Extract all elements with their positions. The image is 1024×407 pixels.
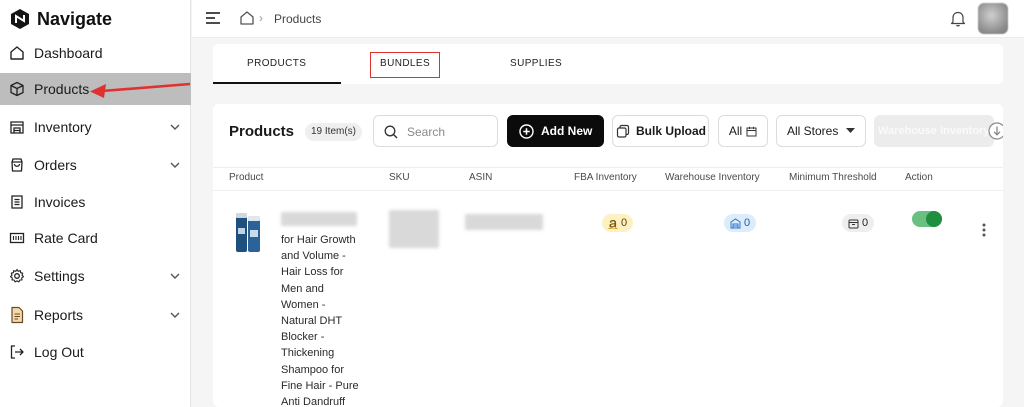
sidebar-item-label: Reports [34, 307, 84, 323]
warehouse-filter-label: Warehouse Inventory [878, 125, 990, 137]
sidebar-item-reports[interactable]: Reports [0, 299, 191, 331]
invoice-icon [9, 194, 25, 210]
sidebar-item-inventory[interactable]: Inventory [0, 111, 191, 143]
sidebar-item-orders[interactable]: Orders [0, 149, 191, 181]
product-thumbnail[interactable] [234, 212, 262, 254]
column-header-sku: SKU [389, 172, 410, 183]
sidebar-item-label: Invoices [34, 194, 86, 210]
avatar[interactable] [978, 3, 1008, 34]
bell-icon[interactable] [950, 10, 966, 27]
kebab-menu-icon[interactable] [981, 222, 987, 238]
brand[interactable]: Navigate [9, 8, 112, 30]
search-placeholder: Search [407, 125, 446, 139]
box-icon [9, 81, 25, 97]
copy-icon [616, 124, 630, 138]
product-name[interactable]: for Hair Growth and Volume - Hair Loss f… [281, 232, 367, 407]
hamburger-menu-icon[interactable] [206, 12, 220, 24]
table-divider [213, 190, 1003, 191]
report-icon [9, 306, 25, 324]
warehouse-icon [730, 217, 741, 228]
red-arrow-annotation [90, 82, 191, 98]
amazon-icon [608, 219, 618, 229]
sidebar-item-label: Products [34, 81, 90, 97]
warehouse-inventory-filter[interactable]: Warehouse Inventory [874, 115, 994, 147]
stores-filter-select[interactable]: All Stores [776, 115, 866, 147]
chevron-down-icon [170, 162, 180, 168]
sidebar-item-label: Settings [34, 268, 85, 284]
bulk-upload-label: Bulk Upload [636, 124, 707, 138]
plus-circle-icon [519, 123, 534, 139]
column-header-product: Product [229, 172, 264, 183]
redacted-sku [389, 210, 439, 248]
search-icon [384, 125, 398, 139]
sidebar: Navigate Dashboard Products Inventory Or… [0, 0, 191, 407]
sidebar-item-label: Inventory [34, 119, 92, 135]
sidebar-item-logout[interactable]: Log Out [0, 336, 191, 368]
active-tab-underline [213, 82, 341, 84]
sidebar-item-label: Log Out [34, 344, 84, 360]
fba-inventory-badge: 0 [602, 214, 634, 232]
sidebar-item-label: Rate Card [34, 230, 98, 246]
logout-icon [9, 344, 25, 360]
toggle-knob [926, 211, 942, 227]
chevron-down-icon [170, 124, 180, 130]
column-header-fba-inventory: FBA Inventory [574, 172, 637, 183]
breadcrumb-current: Products [274, 12, 322, 26]
column-header-action: Action [905, 172, 933, 183]
warehouse-inventory-value: 0 [744, 217, 751, 229]
tab-supplies[interactable]: SUPPLIES [510, 58, 562, 69]
box-icon [848, 219, 859, 228]
download-circle-icon[interactable] [988, 122, 1003, 140]
date-filter-button[interactable]: All [718, 115, 768, 147]
search-input[interactable]: Search [373, 115, 498, 147]
bulk-upload-button[interactable]: Bulk Upload [612, 115, 709, 147]
breadcrumb-home-icon[interactable] [239, 10, 255, 26]
chevron-down-icon [170, 273, 180, 279]
sidebar-item-invoices[interactable]: Invoices [0, 186, 191, 218]
sidebar-item-label: Dashboard [34, 45, 103, 61]
warehouse-icon [9, 119, 25, 135]
sidebar-item-rate-card[interactable]: Rate Card [0, 222, 191, 254]
add-new-button[interactable]: Add New [507, 115, 604, 147]
column-header-warehouse-inventory: Warehouse Inventory [665, 172, 760, 183]
rate-card-icon [9, 230, 25, 246]
navigate-logo-icon [11, 9, 29, 29]
warehouse-inventory-badge: 0 [724, 214, 757, 232]
sidebar-item-settings[interactable]: Settings [0, 260, 191, 292]
brand-name: Navigate [37, 8, 113, 29]
home-icon [9, 45, 25, 61]
product-enabled-toggle[interactable] [912, 211, 942, 227]
products-panel: Products 19 Item(s) Search Add New Bulk … [213, 104, 1003, 407]
add-new-label: Add New [541, 124, 593, 138]
caret-down-icon [846, 128, 856, 133]
column-header-minimum-threshold: Minimum Threshold [789, 172, 877, 183]
item-count-badge: 19 Item(s) [305, 123, 363, 141]
redacted-product-title [281, 212, 357, 226]
page-title: Products [229, 123, 295, 140]
table-divider [213, 167, 1003, 168]
fba-inventory-value: 0 [621, 217, 628, 229]
calendar-icon [746, 126, 757, 136]
chevron-down-icon [170, 312, 180, 318]
redacted-asin [465, 214, 543, 230]
stores-filter-label: All Stores [787, 124, 839, 138]
minimum-threshold-value: 0 [862, 217, 869, 229]
date-filter-label: All [728, 124, 743, 138]
sidebar-item-label: Orders [34, 157, 77, 173]
bag-icon [9, 157, 25, 173]
top-bar: › Products [192, 0, 1024, 38]
tab-products[interactable]: PRODUCTS [247, 58, 306, 69]
gear-icon [9, 268, 25, 284]
tab-bundles[interactable]: BUNDLES [380, 58, 430, 69]
sidebar-item-dashboard[interactable]: Dashboard [0, 37, 191, 69]
minimum-threshold-badge: 0 [842, 214, 875, 232]
column-header-asin: ASIN [469, 172, 493, 183]
breadcrumb-separator: › [259, 11, 263, 25]
tabs-bar: PRODUCTS BUNDLES SUPPLIES [213, 44, 1003, 84]
